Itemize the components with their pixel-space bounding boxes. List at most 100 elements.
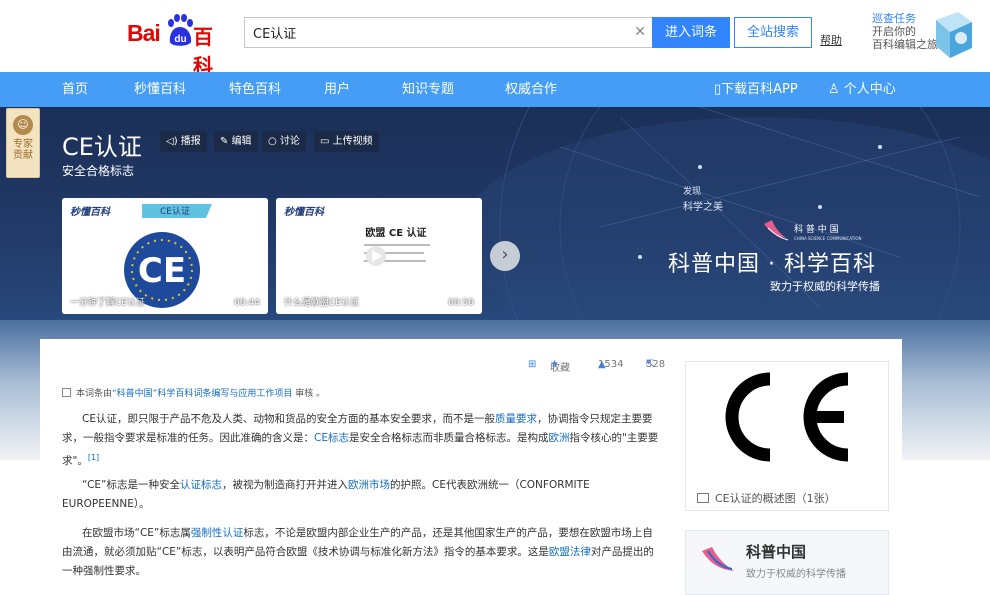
review-project-link[interactable]: “科普中国”科学百科词条编写与应用工作项目	[112, 389, 292, 399]
broadcast-label: 播报	[180, 136, 201, 147]
paragraph-3: 在欧盟市场“CE”标志属强制性认证标志，不论是欧盟内部企业生产的产品，还是其他国…	[62, 524, 662, 581]
expert-icon: ☺	[13, 115, 33, 135]
paragraph-2: “CE”标志是一种安全认证标志，被视为制造商打开并进入欧洲市场的护照。CE代表欧…	[62, 476, 662, 514]
page-subtitle: 安全合格标志	[62, 164, 135, 178]
video-1-tag: CE认证	[160, 205, 190, 217]
science-card-title: 科普中国	[746, 543, 807, 561]
ce-mark-image	[725, 372, 849, 462]
review-notice: 本词条由“科普中国”科学百科词条编写与应用工作项目 审核 。	[62, 386, 325, 399]
task-line-1: 巡查任务	[872, 12, 916, 25]
patrol-task-promo[interactable]: 巡查任务 开启你的 百科编辑之旅	[872, 12, 938, 51]
eu-law-link[interactable]: 欧盟法律	[549, 546, 591, 558]
upload-video-button[interactable]: ▭ 上传视频	[314, 131, 379, 152]
video-1-duration: 00:44	[234, 298, 260, 308]
expert-contribution-badge[interactable]: ☺ 专家 贡献	[6, 108, 40, 178]
site-search-button[interactable]: 全站搜索	[734, 17, 812, 48]
chevron-right-icon[interactable]: ›	[490, 241, 520, 271]
edit-label: 编辑	[231, 136, 252, 147]
p3-text-a: 在欧盟市场“CE”标志属	[82, 527, 191, 539]
discuss-button[interactable]: ○ 讨论	[262, 131, 306, 152]
user-icon: ♙	[828, 82, 844, 97]
europe-link[interactable]: 欧洲	[548, 432, 569, 444]
science-china-logo: 科 普 中 国 CHINA SCIENCE COMMUNICATION	[764, 220, 862, 241]
expert-line-1: 专家	[13, 139, 33, 150]
video-icon: ▭	[320, 136, 333, 147]
close-icon[interactable]: ✕	[634, 24, 646, 40]
baidu-baike-logo[interactable]: Bai du 百科	[127, 14, 232, 78]
download-app-label: 下载百科APP	[721, 82, 798, 97]
search-box: ✕	[244, 17, 652, 48]
summary-image-caption[interactable]: CE认证的概述图（1张）	[697, 490, 836, 506]
chat-icon: ○	[268, 136, 280, 147]
user-center-link[interactable]: ♙ 个人中心	[828, 72, 896, 107]
share-count: 528	[646, 359, 666, 370]
summary-caption-text: CE认证的概述图（1张）	[715, 492, 836, 505]
nav-item-home[interactable]: 首页	[62, 72, 88, 107]
search-input[interactable]	[245, 18, 615, 47]
ce-mark-link[interactable]: CE标志	[314, 432, 349, 444]
book-icon	[936, 12, 972, 58]
p2-text-b: ，被视为制造商打开并进入	[221, 479, 348, 491]
nav-item-topics[interactable]: 知识专题	[402, 72, 454, 107]
science-china-card[interactable]: 科普中国 致力于权威的科学传播	[685, 530, 889, 595]
p2-text-a: “CE”标志是一种安全	[82, 479, 180, 491]
edit-button[interactable]: ✎ 编辑	[214, 131, 258, 152]
logo-bai-text: Bai	[127, 20, 161, 46]
pencil-icon: ✎	[220, 136, 232, 147]
like-count: 1534	[598, 359, 624, 370]
p1-text-c: 是安全合格标志而非质量合格标志。是构成	[348, 432, 549, 444]
nav-item-featured[interactable]: 特色百科	[229, 72, 281, 107]
collect-label: 收藏	[550, 363, 570, 374]
european-market-link[interactable]: 欧洲市场	[348, 479, 390, 491]
review-prefix: 本词条由	[76, 389, 113, 399]
nav-item-users[interactable]: 用户	[324, 72, 350, 107]
broadcast-button[interactable]: ◁) 播报	[160, 131, 207, 152]
main-nav: 首页 秒懂百科 特色百科 用户 知识专题 权威合作 ▯下载百科APP ♙ 个人中…	[0, 72, 990, 107]
nav-item-partners[interactable]: 权威合作	[505, 72, 557, 107]
logo-baike-text: 百科	[193, 25, 213, 78]
expert-label: 专家 贡献	[7, 139, 39, 161]
page-title: CE认证	[62, 133, 142, 161]
sci-brand-en: CHINA SCIENCE COMMUNICATION	[794, 236, 862, 241]
science-beauty-label: 科学之美	[683, 202, 723, 213]
download-app-link[interactable]: ▯下载百科APP	[714, 72, 798, 107]
logo-paw-text: du	[174, 34, 186, 45]
ce-logo-text: CE	[138, 251, 186, 291]
p1-text-a: CE认证，即只限于产品不危及人类、动物和货品的安全方面的基本安全要求，而不是一般	[82, 413, 495, 425]
upload-video-label: 上传视频	[332, 136, 373, 147]
user-center-label: 个人中心	[843, 82, 896, 97]
mandatory-certification-link[interactable]: 强制性认证	[191, 527, 244, 539]
paw-icon: du	[168, 14, 193, 46]
video-2-brand: 秒懂百科	[284, 206, 325, 218]
expert-line-2: 贡献	[13, 150, 33, 161]
video-2-heading: 欧盟 CE 认证	[365, 226, 426, 239]
video-2-caption: 什么是欧盟CE认证	[284, 298, 359, 308]
top-header: Bai du 百科 ✕ 进入词条 全站搜索 帮助 巡查任务 开启你的 百科编辑之…	[0, 0, 990, 78]
science-banner-subtitle: 致力于权威的科学传播	[770, 280, 880, 293]
certification-mark-link[interactable]: 认证标志	[180, 479, 222, 491]
help-link[interactable]: 帮助	[820, 32, 842, 48]
discover-label: 发现	[683, 187, 702, 197]
document-icon	[62, 388, 71, 397]
review-suffix: 审核 。	[292, 389, 326, 399]
video-card-1[interactable]: 秒懂百科 CE认证 CE 一分钟了解CE认证 00:44	[62, 198, 268, 314]
sci-brand-text: 科 普 中 国	[794, 223, 839, 235]
speaker-icon: ◁)	[166, 136, 181, 147]
task-line-2: 开启你的	[872, 25, 916, 38]
science-card-subtitle: 致力于权威的科学传播	[746, 569, 846, 580]
discuss-label: 讨论	[279, 136, 300, 147]
image-icon	[697, 493, 709, 503]
enter-entry-button[interactable]: 进入词条	[652, 17, 730, 48]
quality-requirement-link[interactable]: 质量要求	[495, 413, 537, 425]
video-2-duration: 00:50	[448, 298, 474, 308]
task-line-3: 百科编辑之旅	[872, 38, 938, 51]
reference-1-link[interactable]: [1]	[88, 453, 99, 462]
video-card-2[interactable]: 秒懂百科 欧盟 CE 认证 什么是欧盟CE认证 00:50	[276, 198, 482, 314]
nav-item-miaodong[interactable]: 秒懂百科	[134, 72, 186, 107]
video-1-brand: 秒懂百科	[70, 206, 111, 218]
plus-icon[interactable]: ⊞	[528, 359, 536, 370]
video-1-caption: 一分钟了解CE认证	[70, 298, 145, 308]
science-banner-title: 科普中国 · 科学百科	[668, 252, 876, 277]
paragraph-1: CE认证，即只限于产品不危及人类、动物和货品的安全方面的基本安全要求，而不是一般…	[62, 410, 662, 471]
science-china-logo-icon	[702, 547, 734, 571]
